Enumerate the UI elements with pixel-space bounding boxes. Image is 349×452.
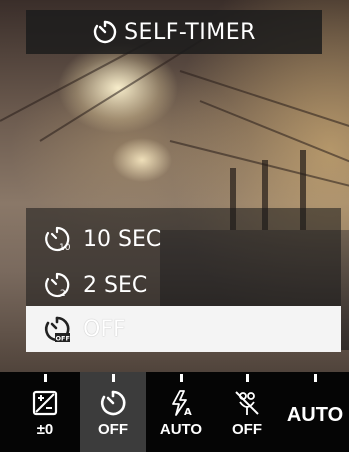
self-timer-title-bar: SELF-TIMER [26, 10, 322, 54]
tick-mark [245, 374, 249, 382]
svg-text:A: A [184, 407, 192, 418]
mode-value: AUTO [286, 404, 344, 426]
menu-item-label: OFF [83, 316, 126, 342]
exposure-compensation-icon [32, 390, 58, 416]
menu-item-2-sec[interactable]: 2 2 SEC [26, 262, 341, 308]
macro-off-icon [235, 391, 259, 415]
flash-auto-icon: A [172, 390, 192, 418]
macro-value: OFF [232, 421, 262, 438]
exposure-value: ±0 [36, 421, 54, 438]
flash-button[interactable]: A AUTO [148, 372, 214, 452]
svg-text:10: 10 [59, 243, 71, 253]
bottom-toolbar: ±0 OFF A AUTO OFF AUTO [0, 372, 349, 452]
self-timer-icon [100, 390, 126, 416]
self-timer-button[interactable]: OFF [80, 372, 146, 452]
macro-button[interactable]: OFF [214, 372, 280, 452]
menu-item-label: 2 SEC [83, 272, 148, 298]
tick-mark [43, 374, 47, 382]
tick-mark [179, 374, 183, 382]
self-timer-icon [93, 20, 117, 44]
tick-mark [313, 374, 317, 382]
mode-auto-button[interactable]: AUTO [282, 372, 348, 452]
timer-10-icon: 10 [45, 226, 71, 253]
self-timer-menu: 10 10 SEC 2 2 SEC OFF OFF [26, 208, 341, 352]
flash-value: AUTO [159, 421, 203, 438]
tick-mark [111, 374, 115, 382]
menu-item-10-sec[interactable]: 10 10 SEC [26, 216, 341, 262]
exposure-compensation-button[interactable]: ±0 [12, 372, 78, 452]
svg-text:2: 2 [60, 289, 66, 299]
timer-2-icon: 2 [45, 272, 70, 299]
timer-off-icon: OFF [44, 316, 70, 343]
menu-item-label: 10 SEC [83, 226, 162, 252]
self-timer-value: OFF [98, 421, 128, 438]
menu-item-off[interactable]: OFF OFF [26, 306, 341, 352]
page-title: SELF-TIMER [124, 19, 256, 45]
svg-text:OFF: OFF [56, 335, 70, 343]
